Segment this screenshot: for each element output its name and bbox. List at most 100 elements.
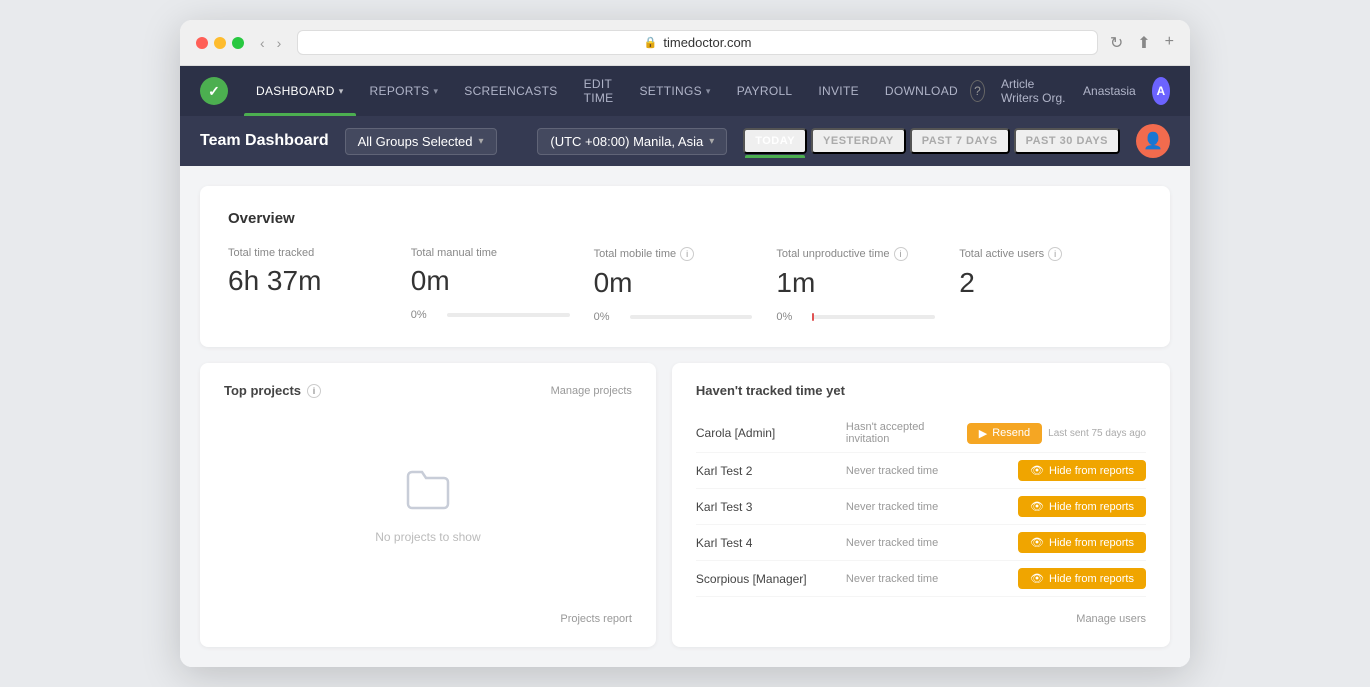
new-tab-button[interactable]: + <box>1165 33 1174 53</box>
nav-logo: ✓ <box>200 77 228 105</box>
manage-users-link[interactable]: Manage users <box>1076 613 1146 625</box>
minimize-button[interactable] <box>214 37 226 49</box>
logo-check: ✓ <box>208 83 220 100</box>
stat-bar-unproductive: 0% <box>776 311 935 323</box>
chevron-down-icon: ▾ <box>709 136 714 147</box>
last-sent-0: Last sent 75 days ago <box>1048 428 1146 439</box>
untracked-status-1: Never tracked time <box>846 465 1008 477</box>
main-content: Overview Total time tracked 6h 37m Total… <box>180 166 1190 667</box>
resend-button-0[interactable]: ▶ Resend <box>967 423 1042 444</box>
untracked-card-title: Haven't tracked time yet <box>696 383 1146 398</box>
stat-bar-unproductive-track <box>812 315 935 319</box>
projects-report-link[interactable]: Projects report <box>560 613 632 625</box>
nav-label-screencasts: SCREENCASTS <box>464 84 557 98</box>
close-button[interactable] <box>196 37 208 49</box>
stat-unproductive-time: Total unproductive time i 1m 0% <box>776 247 959 323</box>
nav-label-invite: INVITE <box>818 84 858 98</box>
reload-button[interactable]: ↻ <box>1110 33 1123 53</box>
address-bar[interactable]: 🔒 timedoctor.com <box>297 30 1098 55</box>
untracked-user-3: Karl Test 4 <box>696 536 836 550</box>
untracked-status-3: Never tracked time <box>846 537 1008 549</box>
top-nav: ✓ DASHBOARD ▾ REPORTS ▾ SCREENCASTS EDIT… <box>180 66 1190 116</box>
stat-value-unproductive: 1m <box>776 267 935 299</box>
info-icon-unproductive[interactable]: i <box>894 247 908 261</box>
nav-label-download: DOWNLOAD <box>885 84 958 98</box>
stats-row: Total time tracked 6h 37m Total manual t… <box>228 247 1142 323</box>
nav-item-payroll[interactable]: PAYROLL <box>725 66 805 116</box>
stat-pct-manual: 0% <box>411 309 439 321</box>
timezone-label: (UTC +08:00) Manila, Asia <box>550 134 703 149</box>
share-button[interactable]: ⬆ <box>1137 33 1150 53</box>
stat-pct-mobile: 0% <box>594 311 622 323</box>
filter-past7[interactable]: PAST 7 DAYS <box>910 128 1010 154</box>
timezone-dropdown[interactable]: (UTC +08:00) Manila, Asia ▾ <box>537 128 727 155</box>
projects-card-title: Top projects i <box>224 383 321 398</box>
untracked-user-2: Karl Test 3 <box>696 500 836 514</box>
hide-button-2[interactable]: 👁 Hide from reports <box>1018 496 1146 517</box>
filter-past30[interactable]: PAST 30 DAYS <box>1014 128 1120 154</box>
avatar-initial: A <box>1157 84 1166 98</box>
hide-icon: 👁 <box>1030 500 1044 513</box>
nav-item-dashboard[interactable]: DASHBOARD ▾ <box>244 66 356 116</box>
info-icon-mobile[interactable]: i <box>680 247 694 261</box>
projects-empty-state: No projects to show <box>224 414 632 597</box>
chevron-down-icon: ▾ <box>339 86 344 97</box>
sub-nav: Team Dashboard All Groups Selected ▾ (UT… <box>180 116 1190 166</box>
lock-icon: 🔒 <box>644 36 658 49</box>
logo-icon: ✓ <box>200 77 228 105</box>
manage-projects-link[interactable]: Manage projects <box>551 385 632 397</box>
stat-value-mobile-time: 0m <box>594 267 753 299</box>
forward-button[interactable]: › <box>273 33 286 53</box>
nav-items: DASHBOARD ▾ REPORTS ▾ SCREENCASTS EDIT T… <box>244 66 970 116</box>
stat-label-total-time: Total time tracked <box>228 247 387 259</box>
untracked-action-0: ▶ Resend Last sent 75 days ago <box>967 423 1146 444</box>
filter-yesterday[interactable]: YESTERDAY <box>811 128 906 154</box>
stat-active-users: Total active users i 2 <box>959 247 1142 323</box>
nav-item-invite[interactable]: INVITE <box>806 66 870 116</box>
untracked-action-4: 👁 Hide from reports <box>1018 568 1146 589</box>
untracked-status-4: Never tracked time <box>846 573 1008 585</box>
hide-icon: 👁 <box>1030 536 1044 549</box>
folder-icon <box>404 468 452 520</box>
url-text: timedoctor.com <box>663 35 751 50</box>
nav-item-reports[interactable]: REPORTS ▾ <box>358 66 451 116</box>
nav-item-screencasts[interactable]: SCREENCASTS <box>452 66 569 116</box>
nav-label-payroll: PAYROLL <box>737 84 793 98</box>
stat-manual-time: Total manual time 0m 0% <box>411 247 594 323</box>
untracked-row-1: Karl Test 2 Never tracked time 👁 Hide fr… <box>696 453 1146 489</box>
traffic-lights <box>196 37 244 49</box>
nav-item-download[interactable]: DOWNLOAD <box>873 66 970 116</box>
stat-bar-manual: 0% <box>411 309 570 321</box>
group-selector-dropdown[interactable]: All Groups Selected ▾ <box>345 128 497 155</box>
add-user-button[interactable]: 👤 <box>1136 124 1170 158</box>
untracked-user-1: Karl Test 2 <box>696 464 836 478</box>
overview-title: Overview <box>228 210 1142 227</box>
untracked-user-0: Carola [Admin] <box>696 426 836 440</box>
nav-item-settings[interactable]: SETTINGS ▾ <box>627 66 722 116</box>
untracked-row-0: Carola [Admin] Hasn't accepted invitatio… <box>696 414 1146 453</box>
hide-button-4[interactable]: 👁 Hide from reports <box>1018 568 1146 589</box>
stat-bar-mobile: 0% <box>594 311 753 323</box>
maximize-button[interactable] <box>232 37 244 49</box>
info-icon-projects[interactable]: i <box>307 384 321 398</box>
hide-button-3[interactable]: 👁 Hide from reports <box>1018 532 1146 553</box>
nav-label-settings: SETTINGS <box>639 84 701 98</box>
help-button[interactable]: ? <box>970 80 985 102</box>
stat-mobile-time: Total mobile time i 0m 0% <box>594 247 777 323</box>
user-name: Anastasia <box>1083 84 1136 98</box>
untracked-footer: Manage users <box>696 609 1146 627</box>
nav-arrows: ‹ › <box>256 33 285 53</box>
stat-bar-manual-track <box>447 313 570 317</box>
stat-value-total-time: 6h 37m <box>228 265 387 297</box>
untracked-card: Haven't tracked time yet Carola [Admin] … <box>672 363 1170 647</box>
back-button[interactable]: ‹ <box>256 33 269 53</box>
nav-item-edit-time[interactable]: EDIT TIME <box>572 66 626 116</box>
info-icon-active-users[interactable]: i <box>1048 247 1062 261</box>
add-user-icon: 👤 <box>1143 131 1163 151</box>
user-avatar[interactable]: A <box>1152 77 1170 105</box>
hide-button-1[interactable]: 👁 Hide from reports <box>1018 460 1146 481</box>
stat-total-time: Total time tracked 6h 37m <box>228 247 411 323</box>
filter-today[interactable]: TODAY <box>743 128 807 154</box>
app-container: ✓ DASHBOARD ▾ REPORTS ▾ SCREENCASTS EDIT… <box>180 66 1190 667</box>
stat-value-manual-time: 0m <box>411 265 570 297</box>
